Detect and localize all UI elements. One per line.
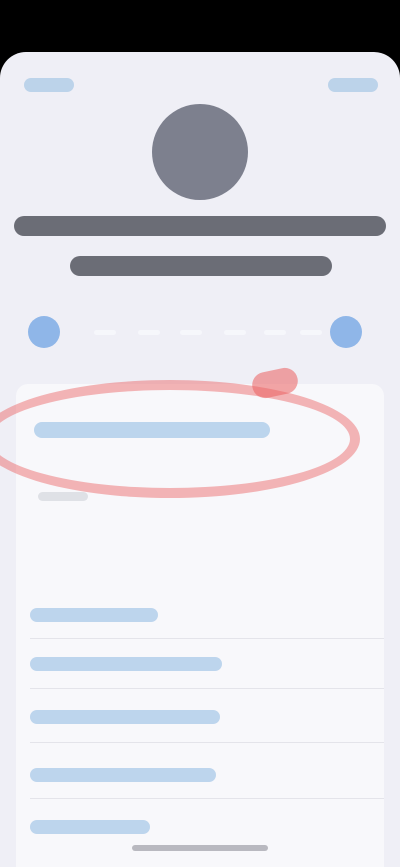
divider [30, 638, 384, 639]
action-bar [28, 314, 372, 350]
option-row-1[interactable] [30, 608, 158, 622]
detail-label [38, 492, 88, 501]
contact-name-line-2 [70, 256, 332, 276]
divider [30, 742, 384, 743]
avatar-initials [152, 104, 248, 200]
status-bar [0, 0, 400, 60]
action-separator [138, 330, 160, 335]
divider [30, 798, 384, 799]
options-card [16, 504, 384, 867]
home-indicator [132, 845, 268, 851]
mail-button[interactable] [330, 316, 362, 348]
action-separator [180, 330, 202, 335]
avatar [152, 104, 248, 200]
action-separator [300, 330, 322, 335]
option-row-5[interactable] [30, 820, 150, 834]
action-separator [94, 330, 116, 335]
back-button[interactable] [24, 78, 74, 92]
message-button[interactable] [28, 316, 60, 348]
option-row-2[interactable] [30, 657, 222, 671]
option-row-4[interactable] [30, 768, 216, 782]
action-separator [224, 330, 246, 335]
divider [30, 688, 384, 689]
action-separator [264, 330, 286, 335]
contact-name-line-1 [14, 216, 386, 236]
highlighted-detail-row[interactable] [34, 422, 270, 438]
detail-card [16, 384, 384, 504]
option-row-3[interactable] [30, 710, 220, 724]
contact-sheet [0, 52, 400, 867]
edit-button[interactable] [328, 78, 378, 92]
